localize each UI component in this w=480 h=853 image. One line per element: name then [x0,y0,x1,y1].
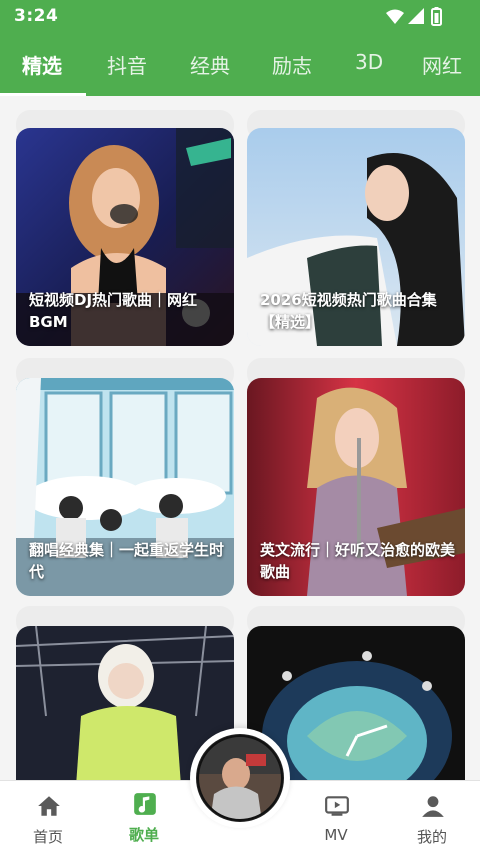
playlist-card[interactable]: 2026短视频热门歌曲合集【精选】 [247,128,465,346]
nav-mine[interactable]: 我的 [384,781,480,853]
tab-3d[interactable]: 3D [355,50,383,74]
nav-playlist[interactable]: 歌单 [96,781,192,853]
playlist-grid: 短视频DJ热门歌曲｜网红BGM 2026短视频热门歌曲合集【精选】 翻唱经典集｜… [0,96,480,780]
now-playing-disc[interactable] [190,728,290,828]
tab-classic[interactable]: 经典 [190,50,230,79]
playlist-card[interactable]: 短视频DJ热门歌曲｜网红BGM [16,128,234,346]
tab-influencer[interactable]: 网红 [422,50,462,79]
playlist-title: 翻唱经典集｜一起重返学生时代 [29,541,225,581]
tab-featured[interactable]: 精选 [22,50,62,79]
category-tabs: 精选 抖音 经典 励志 3D 网红 [0,38,480,96]
tab-inspirational[interactable]: 励志 [272,50,312,79]
nav-playlist-label: 歌单 [128,826,159,844]
playlist-title: 短视频DJ热门歌曲｜网红BGM [29,291,198,331]
app-root: 3:24 精选 抖音 经典 励志 3D 网红 短视频DJ热门歌曲｜网红BGM 2… [0,0,480,853]
playlist-card[interactable]: 英文流行｜好听又治愈的欧美歌曲 [247,378,465,596]
tab-douyin[interactable]: 抖音 [107,50,147,79]
playlist-card[interactable]: 翻唱经典集｜一起重返学生时代 [16,378,234,596]
nav-mine-label: 我的 [416,828,447,846]
wifi-icon [386,9,404,24]
nav-mv[interactable]: MV [288,781,384,853]
album-disc-icon [196,734,284,822]
status-bar: 3:24 [0,0,480,34]
tv-icon [325,796,349,816]
status-time: 3:24 [14,6,59,26]
home-icon [38,796,60,816]
user-icon [422,796,444,817]
nav-home[interactable]: 首页 [0,781,96,853]
playlist-icon [134,793,156,815]
status-icons [386,7,442,26]
playlist-title: 2026短视频热门歌曲合集【精选】 [260,291,437,331]
nav-home-label: 首页 [32,828,63,846]
nav-mv-label: MV [324,826,348,844]
signal-icon [408,8,424,24]
playlist-title: 英文流行｜好听又治愈的欧美歌曲 [260,541,456,581]
top-header: 3:24 精选 抖音 经典 励志 3D 网红 [0,0,480,96]
